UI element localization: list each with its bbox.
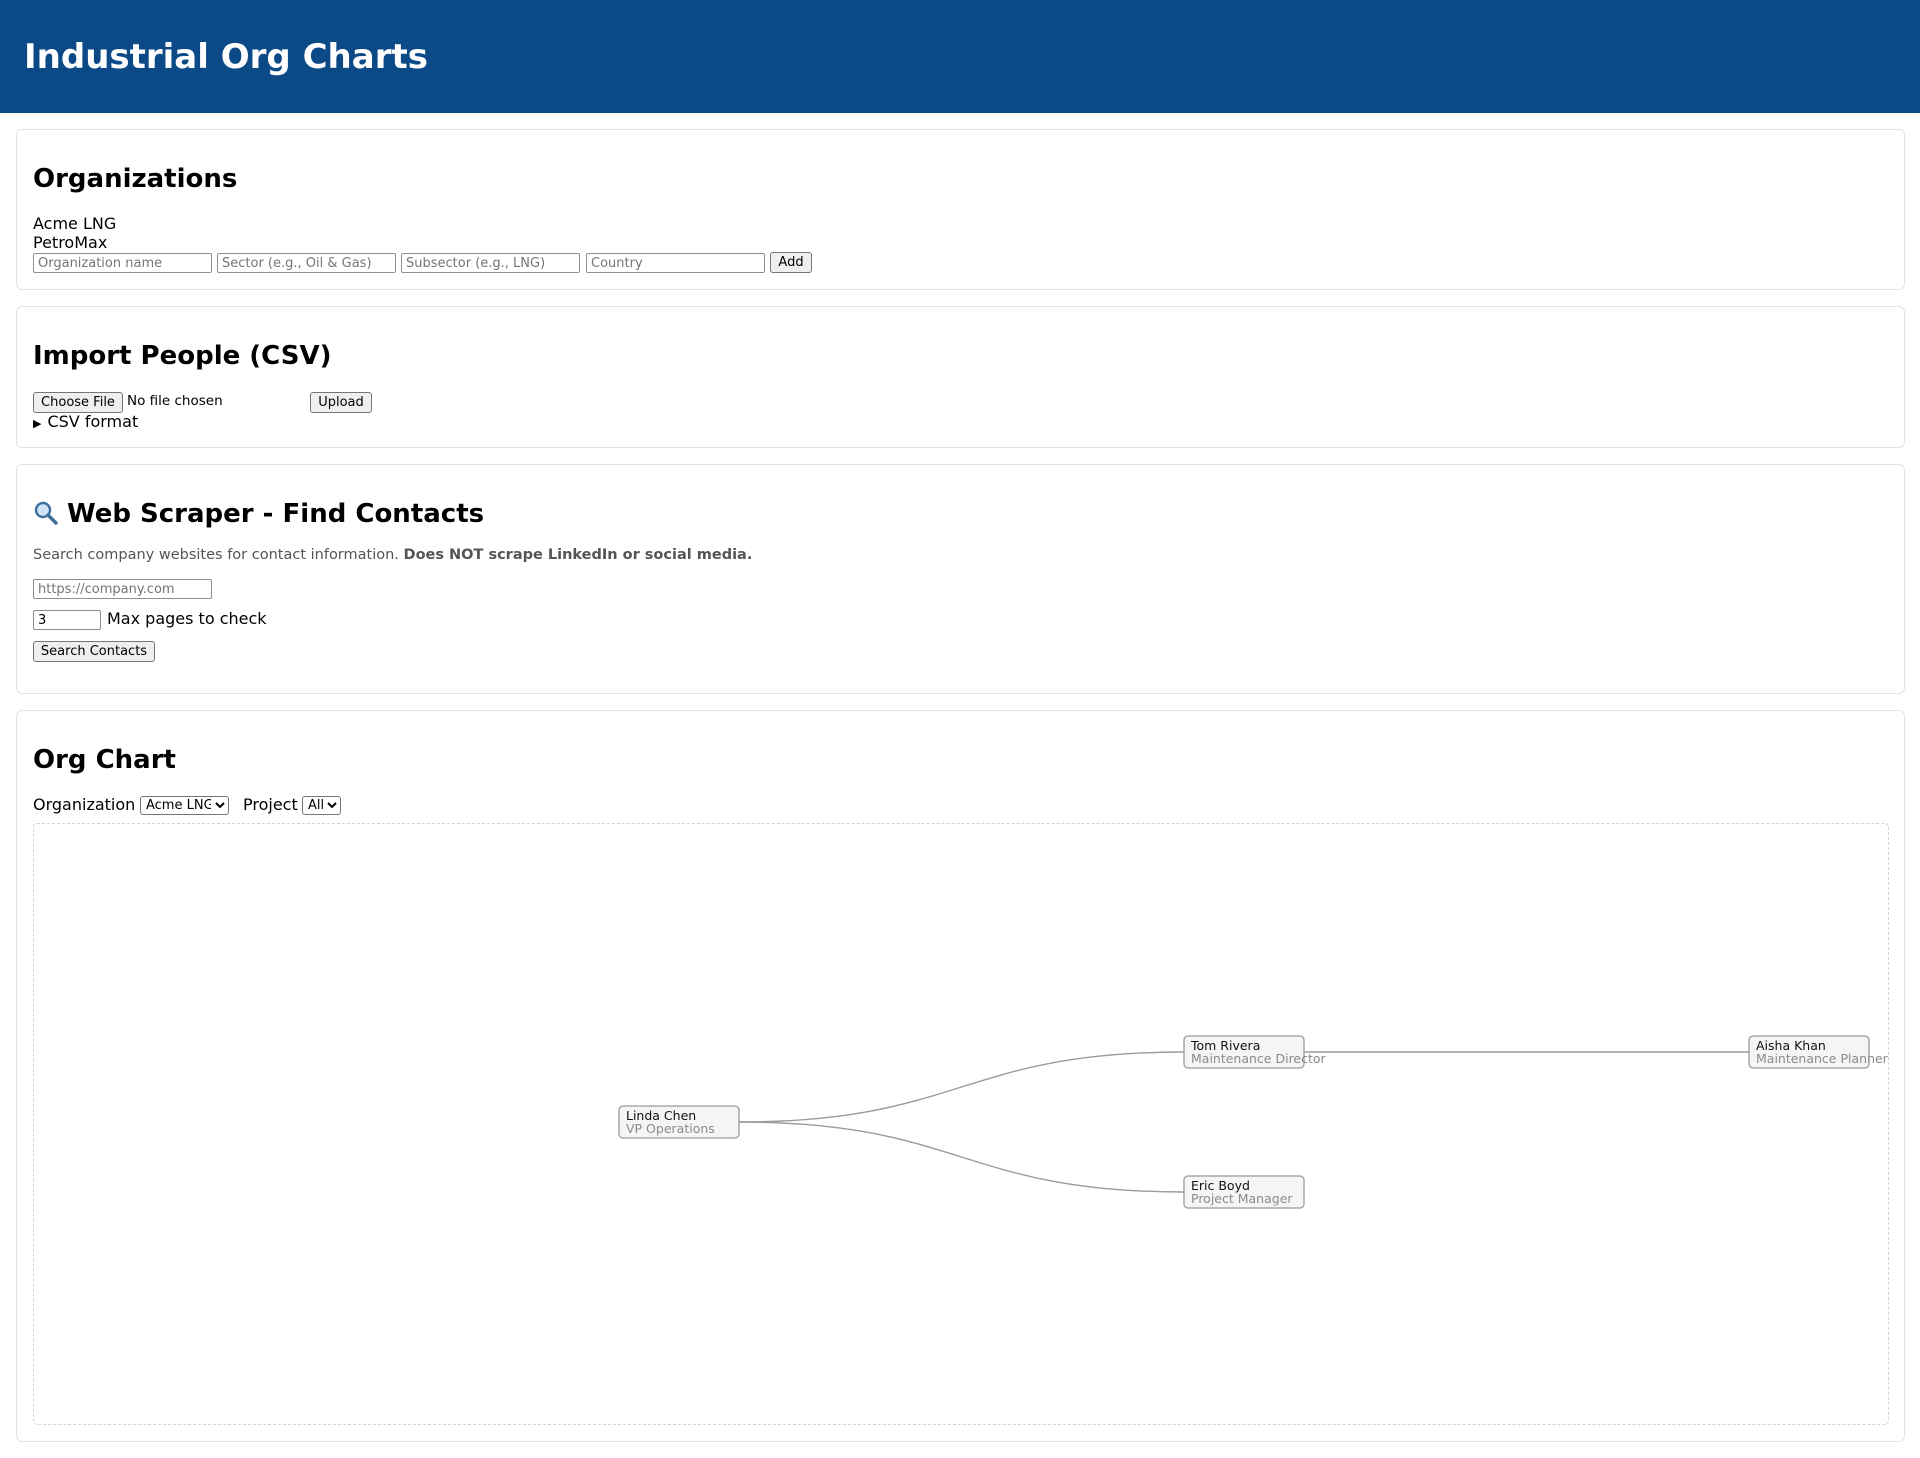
scraper-heading-text: Web Scraper - Find Contacts [67,499,485,529]
organization-select[interactable]: Acme LNG [140,796,229,815]
org-node-title: Maintenance Director [1191,1051,1327,1066]
org-chart-svg: Linda ChenVP Operations Tom RiveraMainten… [618,1035,1889,1209]
scraper-description: Search company websites for contact info… [33,547,752,563]
search-contacts-button[interactable]: Search Contacts [33,641,155,662]
scraper-warning: Does NOT scrape LinkedIn or social media… [403,547,753,563]
project-filter-label: Project [243,795,298,814]
orgchart-panel: Org Chart Organization Acme LNG Project … [16,710,1905,1442]
org-node-aisha[interactable]: Aisha KhanMaintenance Planner [1748,1035,1889,1069]
organization-list-item: Acme LNG [33,214,117,233]
organizations-panel: Organizations Acme LNG PetroMax Add [16,129,1905,290]
csv-format-toggle[interactable]: ▶ CSV format [33,412,138,431]
sector-input[interactable] [217,253,396,273]
org-node-title: Maintenance Planner [1756,1051,1888,1066]
scraper-panel: Web Scraper - Find Contacts Search compa… [16,464,1905,694]
project-select[interactable]: All [302,796,341,815]
org-node-tom[interactable]: Tom RiveraMaintenance Director [1183,1035,1327,1069]
org-node-linda[interactable]: Linda ChenVP Operations [618,1105,740,1139]
magnifier-icon [33,500,59,526]
orgchart-heading: Org Chart [33,745,176,775]
choose-file-button[interactable]: Choose File [33,392,123,413]
app-header: Industrial Org Charts [0,0,1920,113]
country-input[interactable] [586,253,765,273]
max-pages-input[interactable] [33,610,101,630]
upload-button[interactable]: Upload [310,392,372,413]
caret-right-icon: ▶ [33,417,42,430]
organization-filter-label: Organization [33,795,136,814]
max-pages-label: Max pages to check [107,609,267,628]
organization-list-item: PetroMax [33,233,108,252]
file-status-text: No file chosen [127,393,223,409]
organization-name-input[interactable] [33,253,212,273]
organizations-heading: Organizations [33,164,238,194]
org-chart-canvas: Linda Chen VP Operations Tom Rivera Mainten… [33,823,1889,1425]
org-node-eric[interactable]: Eric BoydProject Manager [1183,1175,1305,1209]
app-title: Industrial Org Charts [24,36,428,77]
org-node-title: VP Operations [626,1121,715,1136]
import-panel: Import People (CSV) Choose File No file … [16,306,1905,448]
scraper-description-text: Search company websites for contact info… [33,547,399,563]
scraper-heading: Web Scraper - Find Contacts [33,499,484,529]
subsector-input[interactable] [401,253,580,273]
add-organization-button[interactable]: Add [770,252,812,273]
org-node-title: Project Manager [1191,1191,1293,1206]
org-link [738,1051,1185,1123]
csv-format-label: CSV format [47,412,139,431]
company-url-input[interactable] [33,579,212,599]
import-heading: Import People (CSV) [33,341,332,371]
org-link [738,1121,1185,1193]
